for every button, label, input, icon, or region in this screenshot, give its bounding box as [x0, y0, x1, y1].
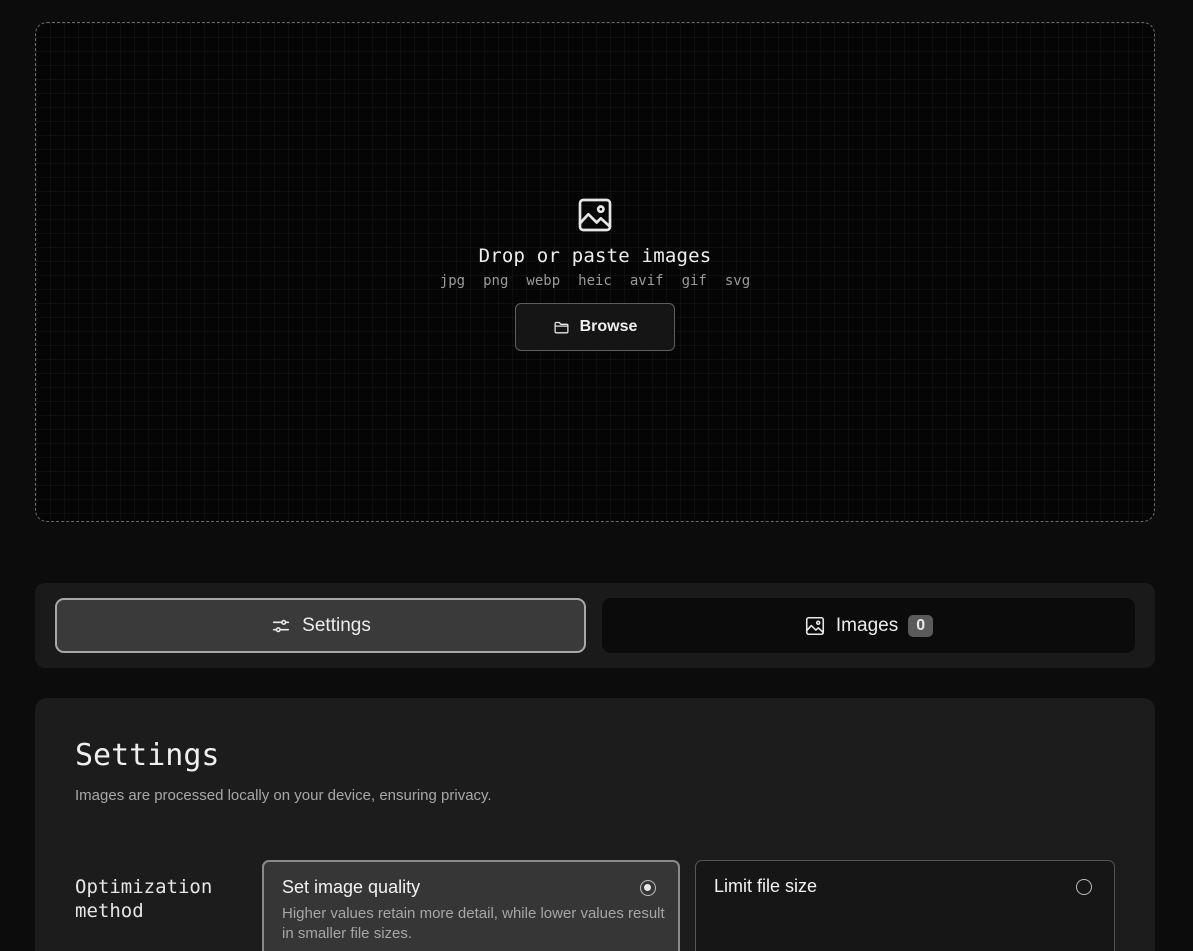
format-heic: heic: [578, 273, 612, 289]
tab-settings-label: Settings: [302, 614, 371, 636]
settings-subtitle: Images are processed locally on your dev…: [75, 787, 492, 804]
view-tabs: Settings Images 0: [35, 583, 1155, 668]
browse-label: Browse: [579, 318, 638, 335]
image-dropzone[interactable]: Drop or paste images jpg png webp heic a…: [35, 22, 1155, 522]
format-avif: avif: [629, 273, 664, 289]
format-png: png: [483, 273, 509, 289]
option-title: Set image quality: [282, 877, 421, 897]
browse-button[interactable]: Browse: [515, 303, 675, 351]
option-limit-file-size[interactable]: Limit file size: [695, 860, 1115, 951]
option-title: Limit file size: [714, 876, 818, 896]
format-svg: svg: [724, 273, 751, 289]
image-count-badge: 0: [908, 614, 934, 637]
format-jpg: jpg: [439, 273, 466, 289]
image-icon: [578, 198, 612, 232]
optimization-method-label: Optimization method: [75, 876, 213, 922]
option-description: Higher values retain more detail, while …: [282, 905, 665, 942]
radio-unselected[interactable]: [1076, 879, 1092, 895]
tab-images[interactable]: Images 0: [602, 598, 1135, 653]
image-icon: [805, 616, 824, 635]
tab-images-label: Images: [835, 614, 899, 636]
settings-panel: Settings Images are processed locally on…: [35, 698, 1155, 951]
sliders-icon: [273, 619, 290, 632]
folder-icon: [554, 321, 569, 333]
dropzone-title: Drop or paste images: [478, 245, 712, 267]
format-gif: gif: [681, 273, 707, 289]
option-set-image-quality[interactable]: Set image quality Higher values retain m…: [262, 860, 680, 951]
page-title: Settings: [75, 738, 220, 773]
format-webp: webp: [526, 273, 561, 289]
tab-settings[interactable]: Settings: [55, 598, 586, 653]
supported-formats: jpg png webp heic avif gif svg: [440, 273, 750, 289]
radio-selected[interactable]: [640, 880, 656, 896]
